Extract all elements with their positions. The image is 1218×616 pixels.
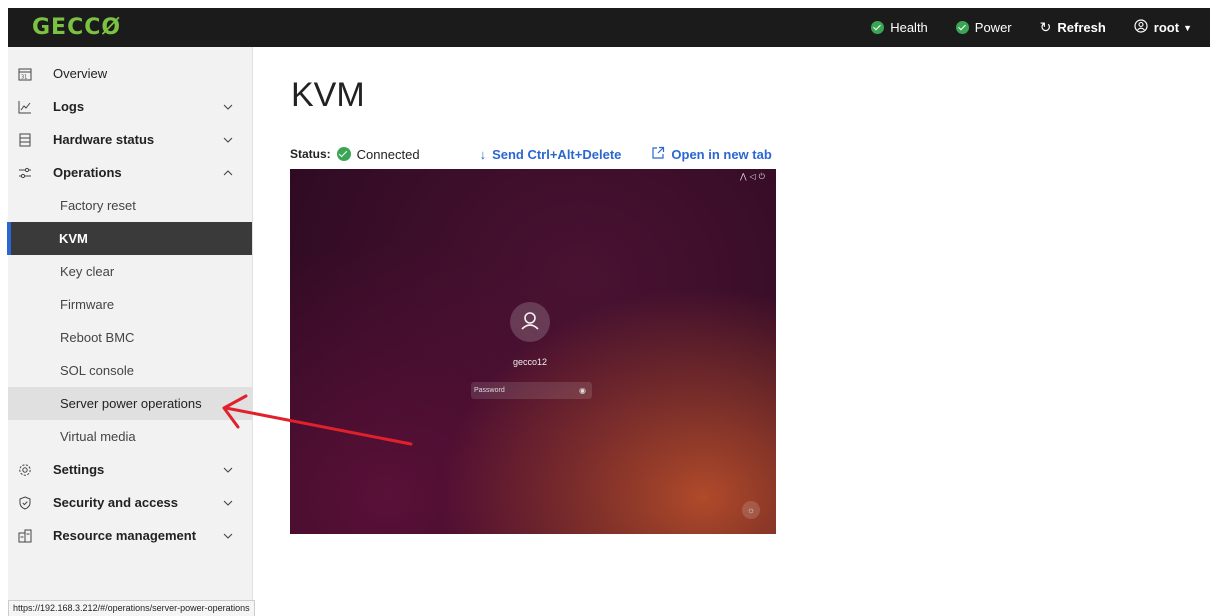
connected-check-icon xyxy=(336,147,351,161)
arrow-down-icon: ↓ xyxy=(479,146,487,162)
svg-text:31: 31 xyxy=(21,74,27,80)
user-label: root xyxy=(1153,20,1180,35)
refresh-label: Refresh xyxy=(1057,20,1106,35)
refresh-icon: ↻ xyxy=(1039,19,1052,35)
calendar-icon: 31 xyxy=(17,66,33,82)
power-indicator[interactable]: Power xyxy=(955,20,1012,35)
kvm-console-screen[interactable]: ⋀◁⏻ gecco12 Password ◉ ☼ xyxy=(290,169,776,534)
user-menu[interactable]: root ▼ xyxy=(1134,19,1192,36)
sidebar-item-factory-reset[interactable]: Factory reset xyxy=(8,189,252,222)
sidebar-item-resource-management[interactable]: Resource management xyxy=(8,519,252,552)
login-username: gecco12 xyxy=(512,357,548,367)
sidebar-item-hardware-status[interactable]: Hardware status xyxy=(8,123,252,156)
chevron-up-icon xyxy=(222,167,234,179)
sidebar-nav: 31 Overview Logs Hardware status Operati… xyxy=(7,57,252,552)
sliders-icon xyxy=(17,165,33,181)
gear-icon xyxy=(17,462,33,478)
send-ctrl-alt-delete-button[interactable]: ↓ Send Ctrl+Alt+Delete xyxy=(480,147,622,162)
sidebar-item-label: Resource management xyxy=(53,528,197,543)
sidebar-item-operations[interactable]: Operations xyxy=(8,156,252,189)
top-right-menu: Health Power ↻ Refresh root ▼ xyxy=(871,8,1210,47)
accessibility-icon[interactable]: ☼ xyxy=(742,501,760,519)
sidebar-item-settings[interactable]: Settings xyxy=(8,453,252,486)
password-placeholder: Password xyxy=(474,387,505,394)
kvm-toolbar: Status: Connected ↓ Send Ctrl+Alt+Delete… xyxy=(290,145,802,163)
page-title: KVM xyxy=(291,76,365,114)
power-ok-icon xyxy=(955,21,969,34)
chevron-down-icon xyxy=(222,497,234,509)
user-avatar-icon[interactable] xyxy=(510,302,550,342)
health-label: Health xyxy=(890,20,928,35)
chevron-down-icon xyxy=(222,464,234,476)
sidebar-item-label: Settings xyxy=(53,462,105,477)
shield-icon xyxy=(17,495,33,511)
login-password-field[interactable]: Password ◉ xyxy=(471,382,592,399)
sidebar-item-reboot-bmc[interactable]: Reboot BMC xyxy=(8,321,252,354)
eye-icon[interactable]: ◉ xyxy=(579,382,586,399)
power-label: Power xyxy=(974,20,1012,35)
sidebar-item-label: Hardware status xyxy=(53,132,155,147)
sidebar-item-virtual-media[interactable]: Virtual media xyxy=(8,420,252,453)
chevron-down-icon xyxy=(222,134,234,146)
top-navbar: GECCØ Health Power ↻ Refresh root ▼ xyxy=(8,8,1210,47)
sidebar-item-security-and-access[interactable]: Security and access xyxy=(8,486,252,519)
status-value: Connected xyxy=(356,146,420,162)
refresh-button[interactable]: ↻ Refresh xyxy=(1040,19,1106,36)
user-circle-icon xyxy=(1134,19,1148,36)
external-link-icon xyxy=(651,146,665,163)
sidebar: 31 Overview Logs Hardware status Operati… xyxy=(7,47,253,615)
gecco-logo[interactable]: GECCØ xyxy=(32,15,121,40)
chevron-down-icon xyxy=(222,530,234,542)
sidebar-item-overview[interactable]: 31 Overview xyxy=(8,57,252,90)
sidebar-item-label: Overview xyxy=(53,66,108,81)
sidebar-item-logs[interactable]: Logs xyxy=(8,90,252,123)
open-in-new-tab-button[interactable]: Open in new tab xyxy=(651,146,772,163)
server-icon xyxy=(17,132,33,148)
sidebar-item-key-clear[interactable]: Key clear xyxy=(8,255,252,288)
sidebar-item-label: Operations xyxy=(53,165,122,180)
caret-down-icon: ▼ xyxy=(1183,22,1192,33)
sidebar-item-kvm[interactable]: KVM xyxy=(7,222,252,255)
send-ctrl-alt-delete-label: Send Ctrl+Alt+Delete xyxy=(492,146,622,162)
open-in-new-tab-label: Open in new tab xyxy=(671,146,772,162)
sidebar-item-firmware[interactable]: Firmware xyxy=(8,288,252,321)
sidebar-item-sol-console[interactable]: SOL console xyxy=(8,354,252,387)
sidebar-item-server-power-operations[interactable]: Server power operations xyxy=(8,387,252,420)
health-ok-icon xyxy=(871,21,885,34)
sidebar-item-label: Security and access xyxy=(53,495,179,510)
health-indicator[interactable]: Health xyxy=(871,20,928,35)
dashboard-icon xyxy=(17,528,33,544)
system-tray-icons[interactable]: ⋀◁⏻ xyxy=(740,172,768,182)
chevron-down-icon xyxy=(222,101,234,113)
status-url-bar: https://192.168.3.212/#/operations/serve… xyxy=(8,600,255,616)
chart-icon xyxy=(17,99,33,115)
status-label: Status: xyxy=(290,147,331,161)
sidebar-item-label: Logs xyxy=(53,99,85,114)
